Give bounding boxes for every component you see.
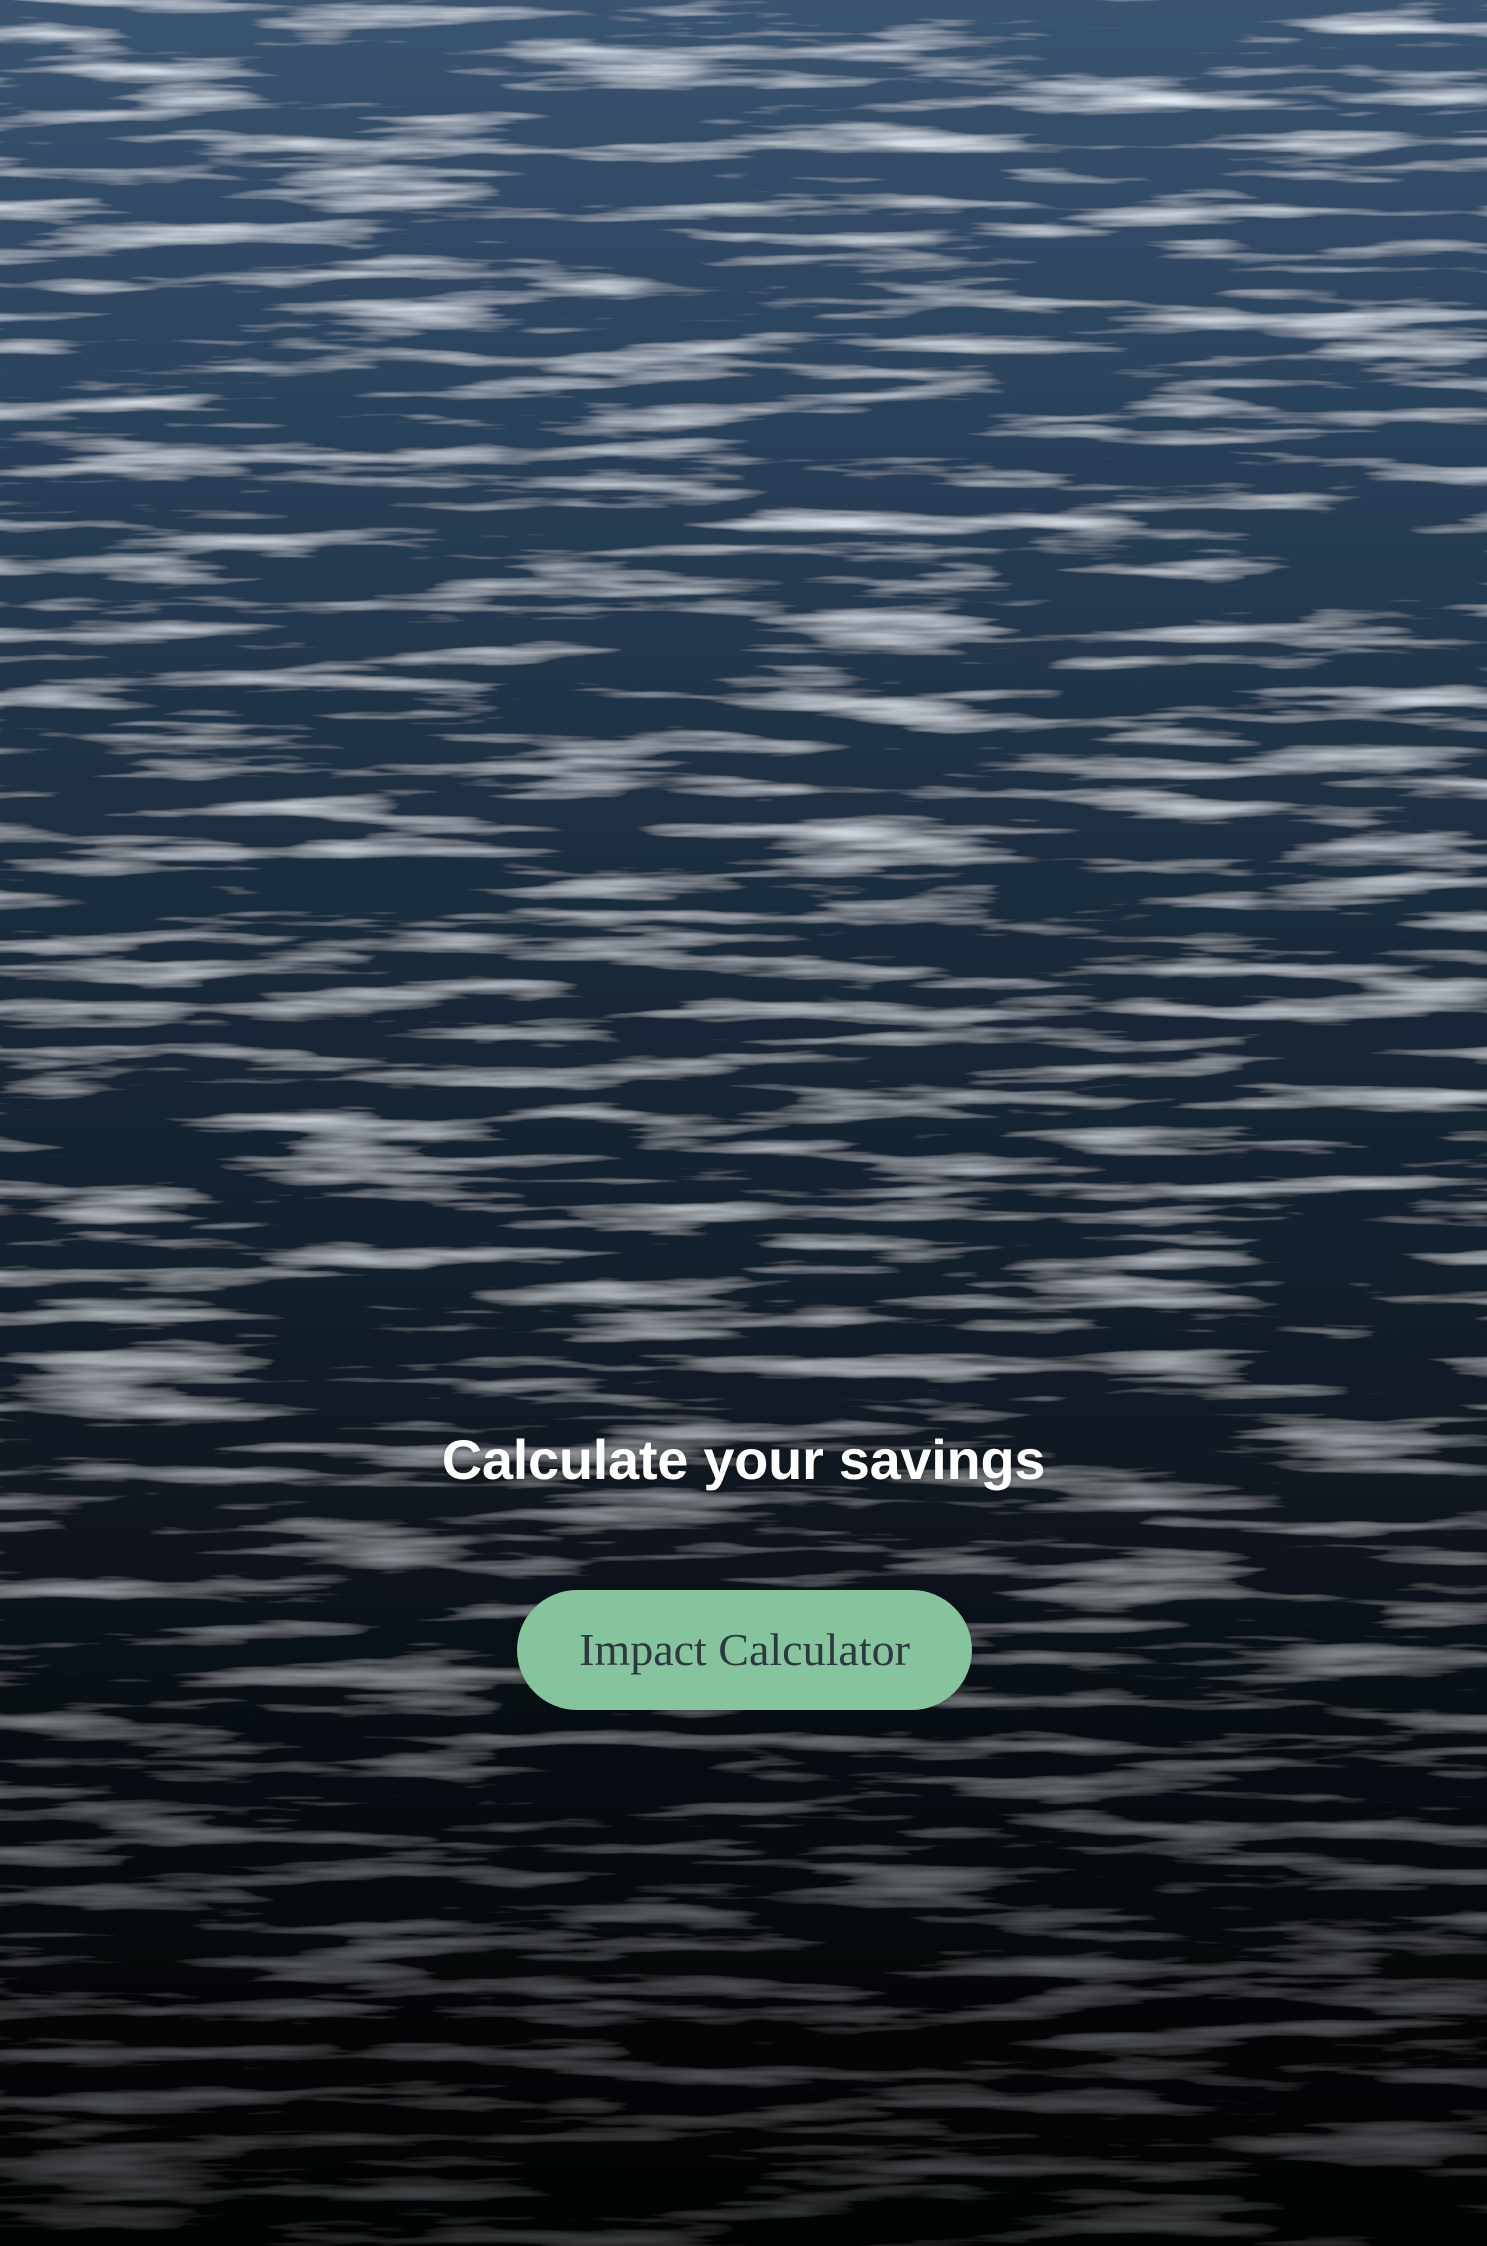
impact-calculator-button[interactable]: Impact Calculator (517, 1590, 972, 1710)
hero-title: Calculate your savings (441, 1428, 1046, 1491)
hero-section: Calculate your savings Impact Calculator (0, 0, 1487, 2246)
ocean-background-image (0, 0, 1487, 2246)
